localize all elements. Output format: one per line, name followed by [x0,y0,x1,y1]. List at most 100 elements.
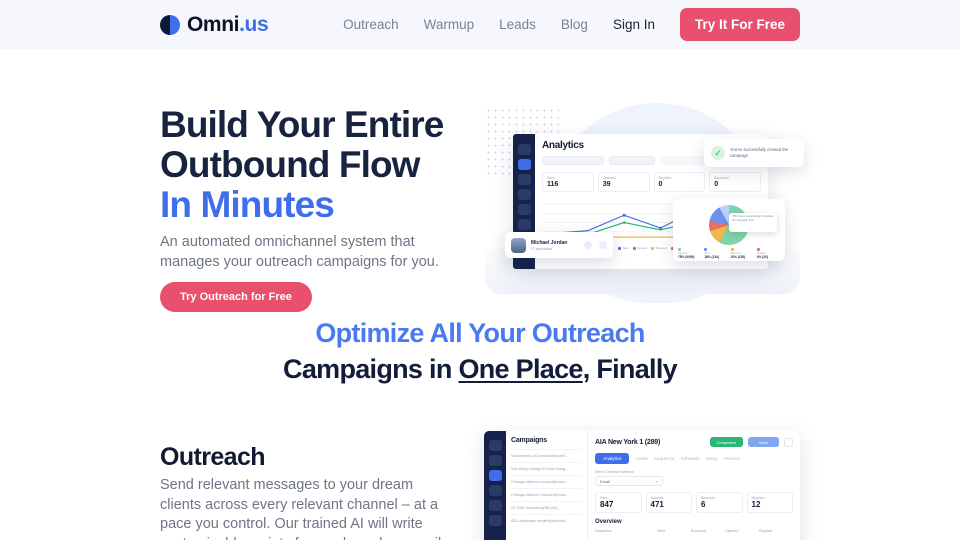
campaign-header: AIA New York 1 (289) Completed Save [595,437,793,447]
legend-item: Opened [632,246,647,250]
nav-link-warmup[interactable]: Warmup [424,17,475,32]
tab-sequence[interactable]: Sequence [654,456,675,461]
campaign-dashboard-mock: Campaigns Sacramento LS contact@archid..… [484,431,800,540]
person-name: Michael Jordan [531,239,568,246]
mock-campaigns-icon[interactable] [488,470,502,481]
campaign-list: Campaigns Sacramento LS contact@archid..… [506,431,588,540]
stat-card-replied: Replied 0 [653,172,706,192]
stat-label: Bounced [714,176,729,180]
stat-value: 0 [714,181,719,188]
campaign-tabs: Analytics Leads Sequence Schedule Setup … [595,453,793,464]
nav-link-leads[interactable]: Leads [499,17,536,32]
column-replied: Replied [759,529,772,533]
stat-card-bounced: Bounced 0 [709,172,761,192]
list-item[interactable]: BD Landscape render@archidat... [511,514,582,527]
mock-warmup-icon[interactable] [488,485,502,496]
section-headline: Optimize All Your Outreach Campaigns in … [0,315,960,387]
tab-leads[interactable]: Leads [635,456,648,461]
person-role: IT specialist [531,245,553,251]
stat-label: Sent [547,176,555,180]
stat-card-sent: Sent 116 [542,172,594,192]
pie-tooltip: 78% Users successfully completed the cam… [729,213,777,232]
logo[interactable]: Omni.us [160,12,269,37]
pie-legend-item: Bounced 10% (130) [730,248,754,259]
nav-link-blog[interactable]: Blog [561,17,588,32]
stat-value: 6 [701,500,706,509]
dashboard-settings-icon[interactable] [517,219,531,230]
list-item[interactable]: SF D&B mushandgrffth (84) [511,501,582,514]
stat-card-bounced: Bounced 6 [696,492,743,513]
status-badge: Completed [709,437,743,447]
dashboard-leads-icon[interactable] [517,204,531,215]
logo-text: Omni.us [187,12,269,37]
tab-schedule[interactable]: Schedule [681,456,700,461]
dashboard-stats: Sent 116 Opened 39 Replied 0 Bounced 0 [542,172,761,192]
dashboard-warmup-icon[interactable] [517,189,531,200]
campaign-list-title: Campaigns [511,437,547,444]
stat-label: Replied [658,176,671,180]
hero-title-line2: Outbound Flow [160,144,420,185]
mock-dashboard-icon[interactable] [488,455,502,466]
hero-title: Build Your Entire Outbound Flow In Minut… [160,105,444,225]
check-circle-icon: ✓ [711,146,725,160]
outreach-method-select[interactable]: Email [595,476,663,486]
toast-text: You've successfully created the campaign [730,147,789,158]
phone-icon[interactable] [584,241,592,249]
mock-leads-icon[interactable] [488,500,502,511]
list-item[interactable]: Sacramento LS contact@archid... [511,449,582,462]
column-sequence: Sequence [595,529,613,533]
dashboard-inbox-icon[interactable] [517,174,531,185]
person-info: Michael Jordan IT specialist [531,240,567,251]
stat-value: 847 [600,500,614,509]
tab-setup[interactable]: Setup [706,456,718,461]
site-header: Omni.us Outreach Warmup Leads Blog Sign … [0,0,960,49]
filter-all-campaigns[interactable] [542,156,604,165]
stat-card-sent: Sent 847 [595,492,642,513]
hero-subtitle: An automated omnichannel system that man… [160,234,439,270]
overview-table-header: Sequence Sent Bounced Opened Replied [595,529,793,533]
headline-underlined: One Place [458,354,583,384]
dashboard-campaigns-icon[interactable] [517,159,531,170]
bell-icon[interactable] [599,241,607,249]
nav-link-sign-in[interactable]: Sign In [613,17,655,32]
success-toast: ✓ You've successfully created the campai… [704,139,804,167]
campaign-stats: Sent 847 Opened 471 Bounced 6 Replied 12 [595,492,793,513]
save-button[interactable]: Save [747,437,779,447]
trash-icon[interactable] [784,437,793,447]
pie-chart-card: 78% Users successfully completed the cam… [673,199,785,261]
landing-page: Omni.us Outreach Warmup Leads Blog Sign … [0,0,960,540]
try-outreach-for-free-button[interactable]: Try Outreach for Free [160,282,312,312]
campaign-detail: AIA New York 1 (289) Completed Save Anal… [588,431,800,540]
pie-legend-item: Sent 18% (134) [704,248,727,259]
stat-value: 116 [547,181,559,188]
mock-settings-icon[interactable] [488,515,502,526]
pie-legend: Opened 78% (0000) Sent 18% (134) Bounced 10… [678,248,780,259]
select-value: Email [600,478,611,484]
pie-legend-item: Opened 78% (0000) [678,248,701,259]
tab-preview[interactable]: Preview [724,456,740,461]
feature-body: Send relevant messages to your dream cli… [160,477,441,540]
hero-title-line3: In Minutes [160,184,335,225]
hero-illustration: Analytics Sent 116 Opened 39 Replied 0 B… [480,99,810,314]
list-item[interactable]: Chicago interiors hussain@huss... [511,488,582,501]
tab-analytics[interactable]: Analytics [595,453,630,464]
omni-logo-icon [160,14,180,35]
stat-card-opened: Opened 39 [597,172,650,192]
try-it-for-free-button[interactable]: Try It For Free [679,8,800,41]
filter-type[interactable] [609,156,655,165]
list-item[interactable]: San Diego Design & Build triang... [511,462,582,475]
outreach-method-label: Select Outreach Method [595,470,634,474]
section-headline-line2: Campaigns in One Place, Finally [0,351,960,387]
hero-section: Build Your Entire Outbound Flow In Minut… [0,49,960,312]
logo-suffix: .us [239,12,269,36]
stat-label: Opened [602,176,616,180]
dashboard-logo-icon [517,144,531,155]
overview-title: Overview [595,519,622,525]
stat-value: 471 [650,500,664,509]
list-item[interactable]: Chicago interiors contact@huss... [511,475,582,488]
stat-value: 12 [751,500,761,509]
section-headline-line1: Optimize All Your Outreach [315,318,645,348]
person-card: Michael Jordan IT specialist [505,232,613,258]
headline-prefix: Campaigns in [283,354,459,384]
nav-link-outreach[interactable]: Outreach [343,17,399,32]
